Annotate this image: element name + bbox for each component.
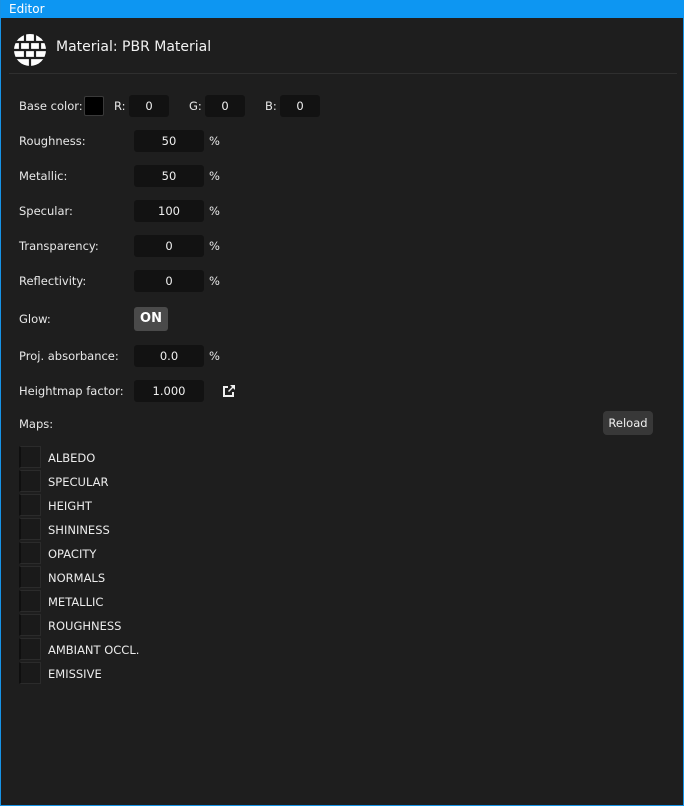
reflectivity-unit: % <box>209 274 220 288</box>
map-thumbnail-slot[interactable] <box>19 542 41 564</box>
glow-toggle[interactable]: ON <box>134 307 168 331</box>
g-input[interactable]: 0 <box>205 95 245 117</box>
map-label: NORMALS <box>48 571 106 585</box>
roughness-input[interactable]: 50 <box>134 130 204 152</box>
specular-label: Specular: <box>19 204 73 218</box>
map-thumbnail-slot[interactable] <box>19 590 41 612</box>
maps-label: Maps: <box>19 417 54 431</box>
roughness-label: Roughness: <box>19 134 86 148</box>
reflectivity-label: Reflectivity: <box>19 274 87 288</box>
reflectivity-row: Reflectivity: 0 % <box>19 270 239 292</box>
glow-label: Glow: <box>19 312 51 326</box>
map-thumbnail-slot[interactable] <box>19 470 41 492</box>
proj-absorbance-row: Proj. absorbance: 0.0 % <box>19 345 239 367</box>
window-titlebar[interactable]: Editor <box>1 0 684 18</box>
transparency-input[interactable]: 0 <box>134 235 204 257</box>
transparency-row: Transparency: 0 % <box>19 235 239 257</box>
base-color-row: Base color: R: 0 G: 0 B: 0 <box>19 95 339 117</box>
transparency-unit: % <box>209 239 220 253</box>
specular-input[interactable]: 100 <box>134 200 204 222</box>
metallic-label: Metallic: <box>19 169 68 183</box>
b-input[interactable]: 0 <box>280 95 320 117</box>
proj-absorbance-label: Proj. absorbance: <box>19 349 119 363</box>
map-label: SHININESS <box>48 523 110 537</box>
heightmap-factor-label: Heightmap factor: <box>19 384 124 398</box>
roughness-unit: % <box>209 134 220 148</box>
specular-unit: % <box>209 204 220 218</box>
brick-sphere-icon <box>14 34 46 66</box>
material-header: Material: PBR Material <box>9 19 677 74</box>
r-input[interactable]: 0 <box>129 95 169 117</box>
transparency-label: Transparency: <box>19 239 99 253</box>
metallic-row: Metallic: 50 % <box>19 165 239 187</box>
maps-row: Maps: <box>19 413 119 435</box>
base-color-label: Base color: <box>19 99 83 113</box>
roughness-row: Roughness: 50 % <box>19 130 239 152</box>
map-thumbnail-slot[interactable] <box>19 446 41 468</box>
map-label: HEIGHT <box>48 499 92 513</box>
b-label: B: <box>265 99 277 113</box>
specular-row: Specular: 100 % <box>19 200 239 222</box>
glow-row: Glow: ON <box>19 307 239 333</box>
map-thumbnail-slot[interactable] <box>19 662 41 684</box>
proj-absorbance-input[interactable]: 0.0 <box>134 345 204 367</box>
reload-button[interactable]: Reload <box>603 411 653 435</box>
map-label: AMBIANT OCCL. <box>48 643 140 657</box>
base-color-swatch[interactable] <box>84 96 104 116</box>
heightmap-factor-row: Heightmap factor: 1.000 <box>19 380 209 402</box>
page-title: Material: PBR Material <box>56 39 212 55</box>
editor-window: Editor Material: PBR Material Base color… <box>0 0 684 806</box>
metallic-unit: % <box>209 169 220 183</box>
map-label: OPACITY <box>48 547 97 561</box>
external-link-icon[interactable] <box>221 383 237 399</box>
map-label: ROUGHNESS <box>48 619 122 633</box>
map-thumbnail-slot[interactable] <box>19 614 41 636</box>
map-label: EMISSIVE <box>48 667 102 681</box>
proj-absorbance-unit: % <box>209 349 220 363</box>
r-label: R: <box>114 99 126 113</box>
map-thumbnail-slot[interactable] <box>19 566 41 588</box>
reflectivity-input[interactable]: 0 <box>134 270 204 292</box>
g-label: G: <box>189 99 202 113</box>
window-title: Editor <box>9 2 45 16</box>
map-thumbnail-slot[interactable] <box>19 494 41 516</box>
metallic-input[interactable]: 50 <box>134 165 204 187</box>
map-label: METALLIC <box>48 595 104 609</box>
map-thumbnail-slot[interactable] <box>19 638 41 660</box>
heightmap-factor-input[interactable]: 1.000 <box>134 380 204 402</box>
map-label: SPECULAR <box>48 475 109 489</box>
map-label: ALBEDO <box>48 451 96 465</box>
map-thumbnail-slot[interactable] <box>19 518 41 540</box>
